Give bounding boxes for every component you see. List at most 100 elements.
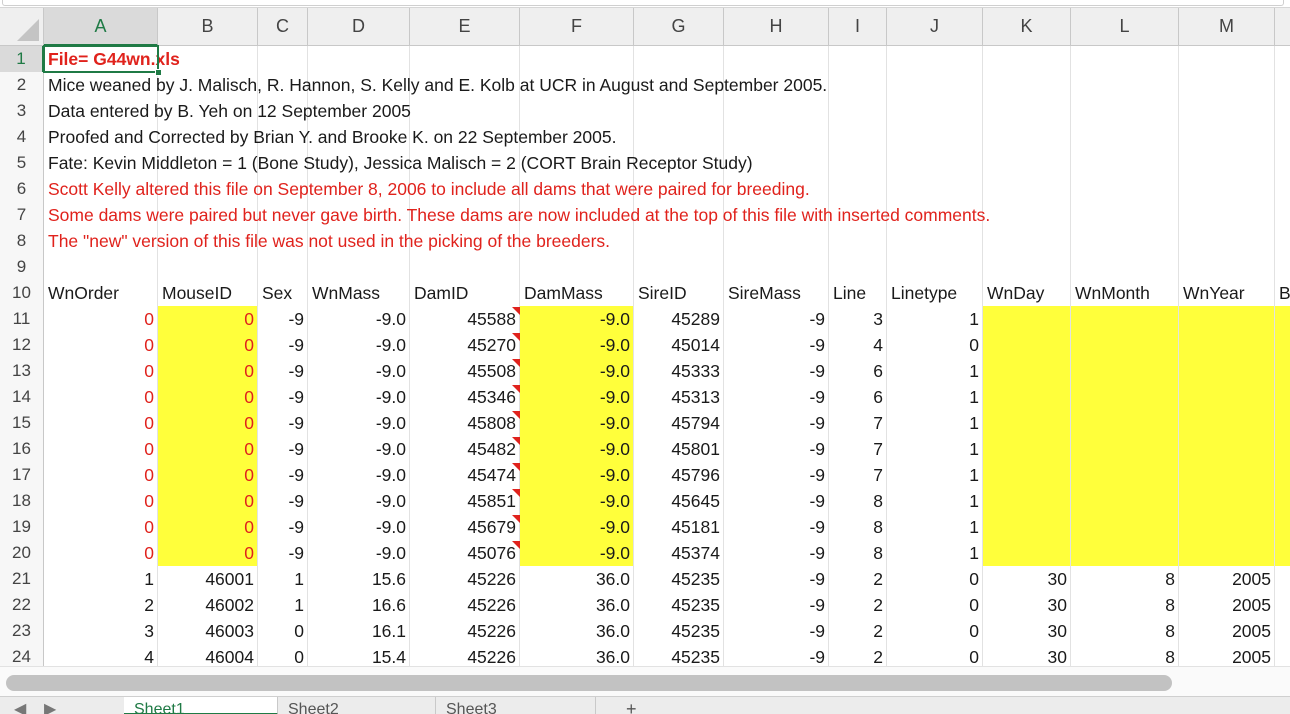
data-cell[interactable]: -9 xyxy=(258,436,308,462)
data-cell[interactable]: 0 xyxy=(258,644,308,666)
data-cell[interactable]: 45794 xyxy=(634,410,724,436)
header-cell-siremass[interactable]: SireMass xyxy=(724,280,805,306)
data-cell[interactable]: -9.0 xyxy=(308,488,410,514)
data-cell[interactable]: -9 xyxy=(724,436,829,462)
data-cell[interactable]: 2 xyxy=(829,618,887,644)
column-header-m[interactable]: M xyxy=(1179,8,1275,46)
data-cell[interactable]: 36.0 xyxy=(520,592,634,618)
data-cell[interactable]: -9 xyxy=(724,592,829,618)
data-cell[interactable]: -9.0 xyxy=(308,306,410,332)
data-cell[interactable]: -9.0 xyxy=(520,332,634,358)
row-header-11[interactable]: 11 xyxy=(0,306,44,332)
data-cell[interactable]: 2 xyxy=(829,592,887,618)
select-all-corner[interactable] xyxy=(0,8,44,46)
row-header-1[interactable]: 1 xyxy=(0,46,44,72)
data-cell[interactable]: 8 xyxy=(829,488,887,514)
data-cell[interactable]: -9 xyxy=(724,306,829,332)
header-cell-linetype[interactable]: Linetype xyxy=(887,280,961,306)
header-cell-sex[interactable]: Sex xyxy=(258,280,296,306)
data-cell[interactable]: -9 xyxy=(258,514,308,540)
data-cell[interactable]: -9.0 xyxy=(308,540,410,566)
data-cell[interactable]: 45474 xyxy=(410,462,520,488)
data-cell[interactable]: 0 xyxy=(158,358,258,384)
header-cell-wnday[interactable]: WnDay xyxy=(983,280,1048,306)
data-cell[interactable]: 0 xyxy=(158,410,258,436)
data-cell[interactable]: 16.6 xyxy=(308,592,410,618)
column-header-a[interactable]: A xyxy=(44,8,158,46)
row-header-17[interactable]: 17 xyxy=(0,462,44,488)
header-cell-damid[interactable]: DamID xyxy=(410,280,472,306)
data-cell[interactable]: 45588 xyxy=(410,306,520,332)
data-cell[interactable]: 46004 xyxy=(158,644,258,666)
data-cell[interactable]: -9.0 xyxy=(308,514,410,540)
data-cell[interactable]: -9.0 xyxy=(520,358,634,384)
row-header-10[interactable]: 10 xyxy=(0,280,44,306)
row-header-19[interactable]: 19 xyxy=(0,514,44,540)
data-cell[interactable]: 45333 xyxy=(634,358,724,384)
data-cell[interactable]: 45645 xyxy=(634,488,724,514)
data-cell[interactable]: 0 xyxy=(158,384,258,410)
data-cell[interactable]: 0 xyxy=(158,332,258,358)
comment-indicator-icon[interactable] xyxy=(512,359,520,367)
data-cell[interactable]: 0 xyxy=(158,436,258,462)
data-cell[interactable]: -9 xyxy=(258,488,308,514)
data-cell[interactable]: 45226 xyxy=(410,592,520,618)
data-cell[interactable]: 36.0 xyxy=(520,618,634,644)
data-cell[interactable]: -9 xyxy=(724,384,829,410)
data-cell[interactable]: -9.0 xyxy=(308,358,410,384)
data-cell[interactable]: 45679 xyxy=(410,514,520,540)
row-header-9[interactable]: 9 xyxy=(0,254,44,280)
data-cell[interactable]: 0 xyxy=(158,462,258,488)
tab-next-icon[interactable]: ▶ xyxy=(44,697,56,714)
data-cell[interactable]: -9 xyxy=(724,410,829,436)
data-cell[interactable]: 45374 xyxy=(634,540,724,566)
data-cell[interactable]: 2005 xyxy=(1179,618,1275,644)
data-cell[interactable]: -9 xyxy=(724,540,829,566)
data-cell[interactable]: 45289 xyxy=(634,306,724,332)
data-cell[interactable]: 45313 xyxy=(634,384,724,410)
row-header-23[interactable]: 23 xyxy=(0,618,44,644)
data-cell[interactable]: 0 xyxy=(44,306,158,332)
data-cell[interactable]: -9 xyxy=(724,332,829,358)
data-cell[interactable]: 45226 xyxy=(410,618,520,644)
data-cell[interactable]: 0 xyxy=(158,488,258,514)
data-cell[interactable]: -9.0 xyxy=(520,540,634,566)
data-cell[interactable]: 36.0 xyxy=(520,644,634,666)
data-cell[interactable]: 7 xyxy=(829,410,887,436)
data-cell[interactable]: 0 xyxy=(887,644,983,666)
data-cell[interactable]: -9 xyxy=(724,488,829,514)
row-header-21[interactable]: 21 xyxy=(0,566,44,592)
tab-sheet1[interactable]: Sheet1 xyxy=(124,697,278,714)
data-cell[interactable]: 1 xyxy=(887,488,983,514)
header-cell-sireid[interactable]: SireID xyxy=(634,280,691,306)
data-cell[interactable]: -9.0 xyxy=(520,436,634,462)
column-header-b[interactable]: B xyxy=(1275,8,1290,46)
comment-indicator-icon[interactable] xyxy=(512,515,520,523)
data-cell[interactable]: 0 xyxy=(44,436,158,462)
note-cell-row-8[interactable]: The "new" version of this file was not u… xyxy=(44,228,614,254)
row-header-5[interactable]: 5 xyxy=(0,150,44,176)
data-cell[interactable]: 0 xyxy=(158,514,258,540)
data-cell[interactable]: -9.0 xyxy=(308,410,410,436)
tab-sheet3[interactable]: Sheet3 xyxy=(436,697,596,714)
column-header-j[interactable]: J xyxy=(887,8,983,46)
data-cell[interactable]: -9.0 xyxy=(520,488,634,514)
note-cell-row-6[interactable]: Scott Kelly altered this file on Septemb… xyxy=(44,176,814,202)
data-cell[interactable]: 1 xyxy=(887,540,983,566)
column-header-h[interactable]: H xyxy=(724,8,829,46)
data-cell[interactable]: 2005 xyxy=(1179,592,1275,618)
data-cell[interactable]: 45226 xyxy=(410,644,520,666)
data-cell[interactable]: -9.0 xyxy=(308,436,410,462)
data-cell[interactable]: -9 xyxy=(258,410,308,436)
data-cell[interactable]: 4 xyxy=(44,644,158,666)
column-header-d[interactable]: D xyxy=(308,8,410,46)
data-cell[interactable]: -9.0 xyxy=(520,514,634,540)
data-cell[interactable]: 45226 xyxy=(410,566,520,592)
data-cell[interactable]: 8 xyxy=(829,514,887,540)
data-cell[interactable]: 3 xyxy=(44,618,158,644)
data-cell[interactable]: 36.0 xyxy=(520,566,634,592)
data-cell[interactable]: 45346 xyxy=(410,384,520,410)
data-cell[interactable]: 0 xyxy=(44,514,158,540)
comment-indicator-icon[interactable] xyxy=(512,333,520,341)
data-cell[interactable]: 0 xyxy=(887,566,983,592)
